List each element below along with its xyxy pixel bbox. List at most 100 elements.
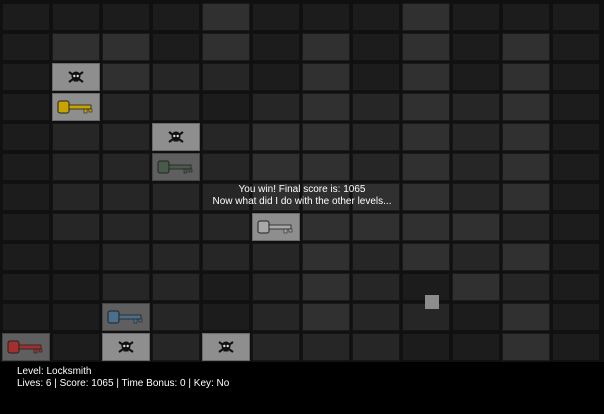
floor-tile	[52, 303, 100, 331]
player-block	[425, 295, 439, 309]
floor-tile	[202, 63, 250, 91]
skull-icon	[52, 63, 100, 91]
floor-tile	[202, 93, 250, 121]
floor-tile	[102, 63, 150, 91]
floor-tile	[352, 243, 400, 271]
floor-tile	[302, 153, 350, 181]
floor-tile	[502, 123, 550, 151]
floor-tile	[352, 63, 400, 91]
floor-tile	[52, 123, 100, 151]
floor-tile	[102, 273, 150, 301]
silver-key-icon	[252, 213, 300, 241]
floor-tile	[252, 123, 300, 151]
floor-tile	[152, 273, 200, 301]
floor-tile	[552, 273, 600, 301]
floor-tile	[352, 303, 400, 331]
floor-tile	[502, 63, 550, 91]
floor-tile	[452, 213, 500, 241]
floor-tile	[2, 33, 50, 61]
floor-tile	[402, 63, 450, 91]
floor-tile	[302, 63, 350, 91]
floor-tile	[152, 333, 200, 361]
floor-tile	[402, 93, 450, 121]
floor-tile	[452, 243, 500, 271]
floor-tile	[2, 153, 50, 181]
floor-tile	[502, 273, 550, 301]
floor-tile	[102, 213, 150, 241]
yellow-key-icon	[52, 93, 100, 121]
floor-tile	[502, 213, 550, 241]
floor-tile	[352, 333, 400, 361]
floor-tile	[2, 3, 50, 31]
floor-tile	[302, 93, 350, 121]
floor-tile	[302, 213, 350, 241]
skull-icon	[202, 333, 250, 361]
floor-tile	[102, 243, 150, 271]
floor-tile	[202, 243, 250, 271]
floor-tile	[552, 123, 600, 151]
floor-tile	[202, 303, 250, 331]
floor-tile	[2, 213, 50, 241]
floor-tile	[452, 33, 500, 61]
floor-tile	[202, 123, 250, 151]
floor-tile	[202, 3, 250, 31]
floor-tile	[452, 333, 500, 361]
floor-tile	[202, 273, 250, 301]
floor-tile	[252, 93, 300, 121]
floor-tile	[102, 93, 150, 121]
floor-tile	[2, 93, 50, 121]
floor-tile	[502, 3, 550, 31]
win-message-line-2: Now what did I do with the other levels.…	[212, 196, 392, 207]
floor-tile	[352, 123, 400, 151]
floor-tile	[452, 123, 500, 151]
status-bar: Level: Locksmith Lives: 6 | Score: 1065 …	[17, 366, 229, 390]
floor-tile	[402, 3, 450, 31]
win-message: You win! Final score is: 1065 Now what d…	[0, 184, 604, 208]
floor-tile	[552, 303, 600, 331]
floor-tile	[352, 153, 400, 181]
floor-tile	[552, 3, 600, 31]
floor-tile	[252, 273, 300, 301]
floor-tile	[152, 93, 200, 121]
floor-tile	[302, 243, 350, 271]
floor-tile	[102, 123, 150, 151]
floor-tile	[452, 3, 500, 31]
floor-tile	[152, 303, 200, 331]
blue-key-icon	[102, 303, 150, 331]
floor-tile	[102, 3, 150, 31]
floor-tile	[152, 33, 200, 61]
floor-tile	[102, 153, 150, 181]
floor-tile	[152, 243, 200, 271]
floor-tile	[502, 93, 550, 121]
floor-tile	[252, 63, 300, 91]
floor-tile	[202, 213, 250, 241]
floor-tile	[252, 33, 300, 61]
floor-tile	[202, 33, 250, 61]
floor-tile	[252, 303, 300, 331]
floor-tile	[52, 3, 100, 31]
floor-tile	[402, 123, 450, 151]
floor-tile	[452, 153, 500, 181]
floor-tile	[352, 3, 400, 31]
floor-tile	[52, 33, 100, 61]
floor-tile	[552, 243, 600, 271]
floor-tile	[2, 243, 50, 271]
floor-tile	[502, 33, 550, 61]
floor-tile	[152, 3, 200, 31]
floor-tile	[352, 33, 400, 61]
game-board[interactable]	[0, 0, 604, 362]
floor-tile	[302, 3, 350, 31]
level-label: Level: Locksmith	[17, 366, 92, 377]
floor-tile	[552, 333, 600, 361]
floor-tile	[452, 273, 500, 301]
floor-tile	[452, 63, 500, 91]
floor-tile	[102, 33, 150, 61]
floor-tile	[52, 153, 100, 181]
floor-tile	[402, 213, 450, 241]
floor-tile	[352, 93, 400, 121]
floor-tile	[202, 153, 250, 181]
floor-tile	[2, 123, 50, 151]
floor-tile	[52, 213, 100, 241]
red-key-icon	[2, 333, 50, 361]
floor-tile	[252, 153, 300, 181]
